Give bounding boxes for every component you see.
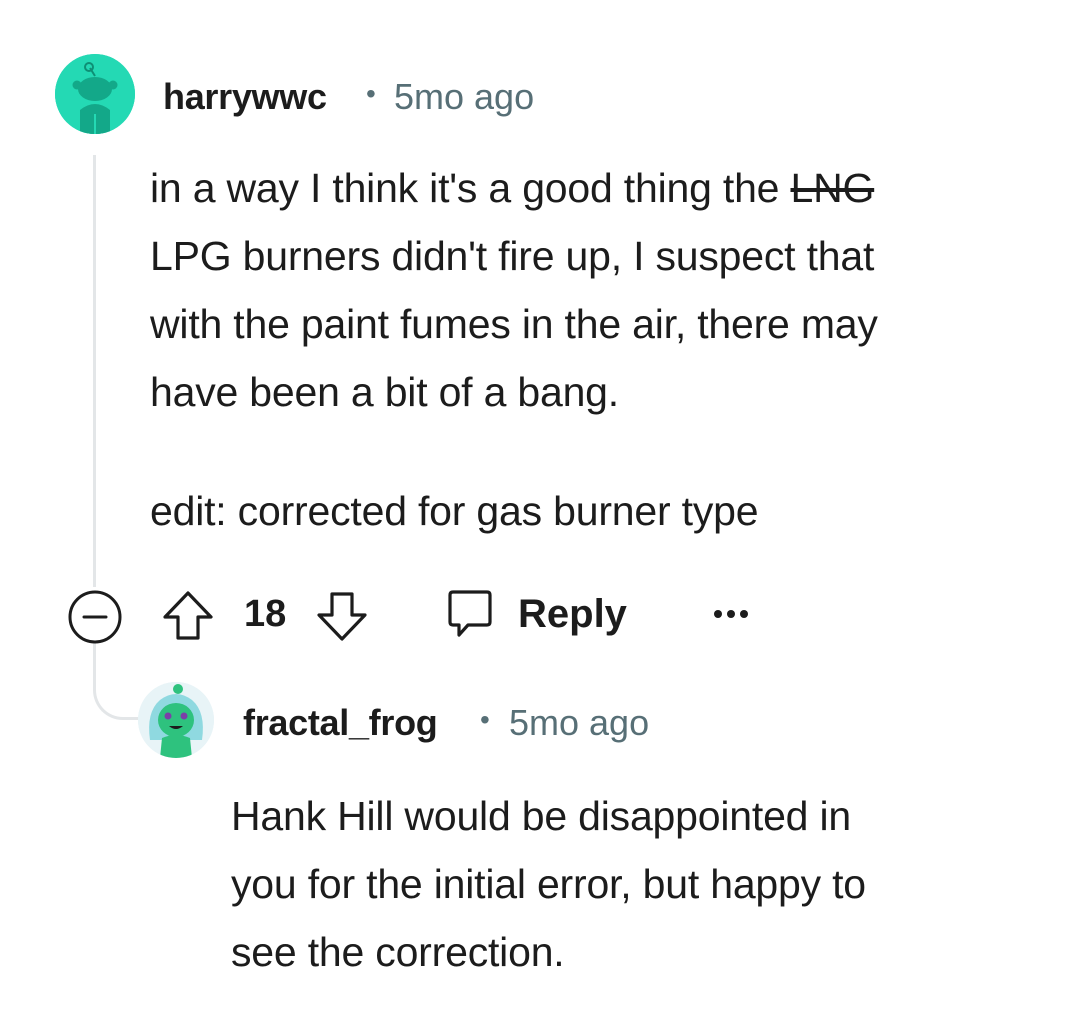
avatar[interactable]: [138, 682, 214, 758]
avatar[interactable]: [55, 54, 135, 134]
collapse-icon[interactable]: [67, 589, 123, 645]
comment-timestamp[interactable]: 5mo ago: [394, 76, 534, 118]
comment-body: in a way I think it's a good thing the L…: [150, 154, 878, 426]
meta-separator: •: [366, 78, 376, 109]
reply-label[interactable]: Reply: [518, 592, 627, 637]
struck-text: LNG: [790, 165, 875, 211]
edit-note: edit: corrected for gas burner type: [150, 488, 759, 534]
comment-author[interactable]: fractal_frog: [243, 702, 438, 744]
frog-avatar-icon: [138, 682, 214, 758]
meta-separator: •: [480, 704, 490, 735]
comment-line: have been a bit of a bang.: [150, 369, 619, 415]
vote-count: 18: [244, 593, 287, 635]
comment-line: Hank Hill would be disappointed in: [231, 793, 851, 839]
comment-text-segment: in a way I think it's a good thing the: [150, 165, 791, 211]
reply-icon[interactable]: [444, 588, 496, 640]
more-options-icon[interactable]: [712, 604, 750, 624]
comment-line: you for the initial error, but happy to: [231, 861, 866, 907]
thread-connector: [93, 640, 139, 720]
comment-body: Hank Hill would be disappointed in you f…: [231, 782, 866, 986]
thread-line: [93, 155, 96, 587]
comment-line: in a way I think it's a good thing the L…: [150, 154, 878, 222]
snoo-avatar-icon: [55, 54, 135, 134]
downvote-icon[interactable]: [314, 588, 370, 644]
comment-line: see the correction.: [231, 929, 565, 975]
comment-line: LPG burners didn't fire up, I suspect th…: [150, 233, 875, 279]
comment-author[interactable]: harrywwc: [163, 76, 327, 118]
upvote-icon[interactable]: [160, 588, 216, 644]
comment-timestamp[interactable]: 5mo ago: [509, 702, 649, 744]
comment-line: with the paint fumes in the air, there m…: [150, 301, 878, 347]
